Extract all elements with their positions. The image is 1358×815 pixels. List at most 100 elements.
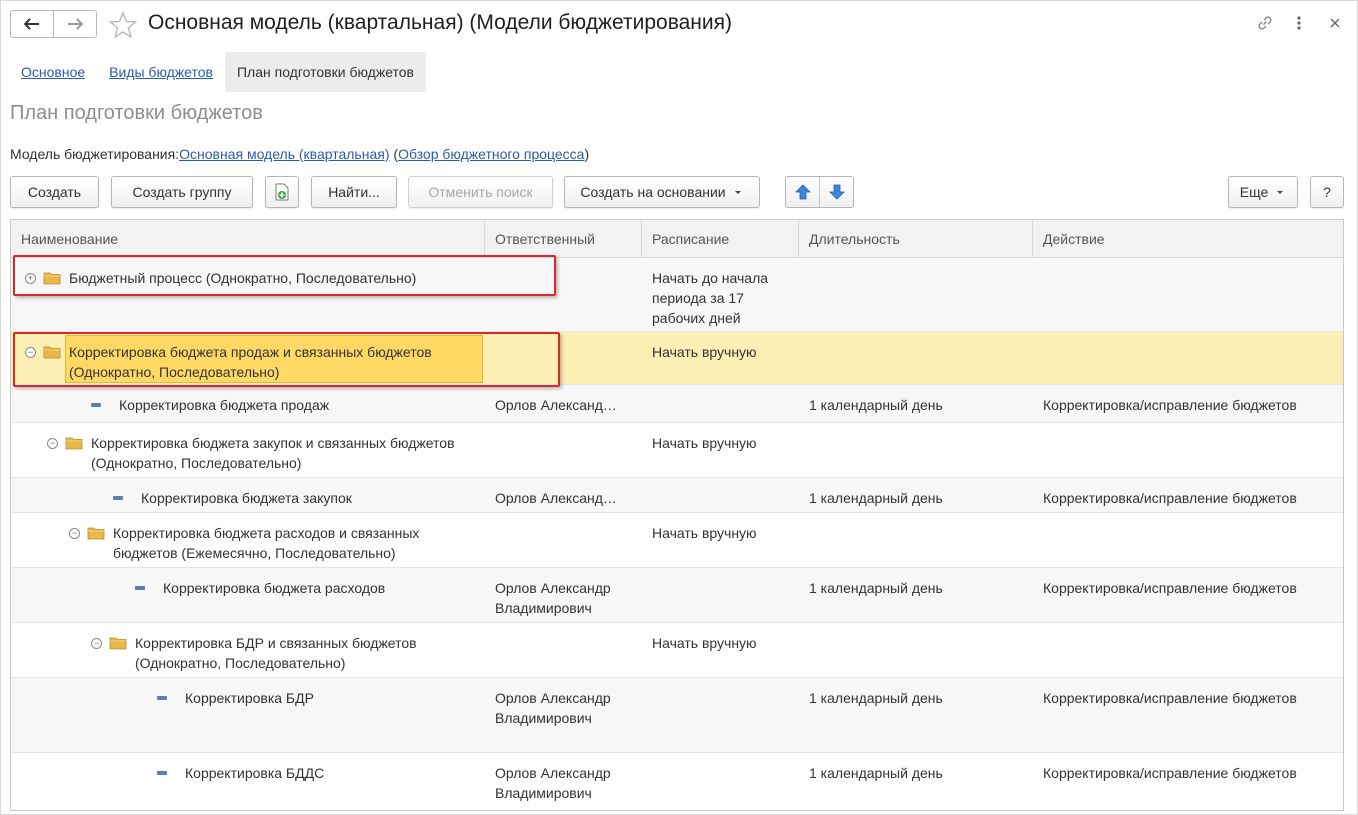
forward-arrow-icon bbox=[68, 18, 83, 30]
cell-responsible: Орлов Александр Владимирович bbox=[495, 580, 611, 616]
cell-schedule: Начать вручную bbox=[652, 435, 757, 451]
table-row[interactable]: − Корректировка бюджета расходов и связан… bbox=[11, 513, 1343, 568]
tab-budget-types[interactable]: Виды бюджетов bbox=[97, 52, 225, 92]
cell-responsible: Орлов Александ… bbox=[495, 397, 617, 413]
cell-responsible: Орлов Александр Владимирович bbox=[495, 765, 611, 801]
chevron-down-icon bbox=[1277, 191, 1284, 194]
cell-name: Корректировка бюджета продаж и связанных… bbox=[69, 344, 432, 380]
cell-name: Корректировка бюджета закупок bbox=[141, 490, 352, 506]
folder-icon bbox=[43, 272, 61, 285]
find-button[interactable]: Найти... bbox=[311, 176, 397, 208]
cell-schedule: Начать вручную bbox=[652, 635, 757, 651]
model-link[interactable]: Основная модель (квартальная) bbox=[179, 146, 389, 162]
table-row[interactable]: Корректировка бюджета расходов Орлов Алек… bbox=[11, 568, 1343, 623]
expand-icon[interactable]: + bbox=[25, 273, 36, 284]
cell-name: Корректировка бюджета продаж bbox=[119, 397, 330, 413]
create-group-button[interactable]: Создать группу bbox=[111, 176, 253, 208]
more-button[interactable]: Еще bbox=[1228, 176, 1298, 208]
overview-link[interactable]: Обзор бюджетного процесса bbox=[398, 146, 584, 162]
more-vertical-icon[interactable] bbox=[1288, 12, 1310, 34]
item-marker-icon bbox=[135, 586, 145, 590]
table-row[interactable]: Корректировка БДР Орлов Александр Владими… bbox=[11, 678, 1343, 753]
cell-duration: 1 календарный день bbox=[809, 690, 943, 706]
model-label: Модель бюджетирования: bbox=[10, 146, 180, 162]
cell-action: Корректировка/исправление бюджетов bbox=[1043, 690, 1297, 706]
close-icon[interactable] bbox=[1324, 12, 1346, 34]
cell-duration: 1 календарный день bbox=[809, 765, 943, 781]
arrow-up-icon bbox=[794, 184, 811, 200]
move-down-button[interactable] bbox=[819, 177, 853, 207]
tab-budget-plan[interactable]: План подготовки бюджетов bbox=[224, 52, 426, 92]
column-header-responsible[interactable]: Ответственный bbox=[485, 220, 642, 258]
table-header: Наименование Ответственный Расписание Дл… bbox=[11, 220, 1343, 258]
cell-name: Бюджетный процесс (Однократно, Последова… bbox=[69, 270, 417, 286]
create-based-on-label: Создать на основании bbox=[580, 184, 726, 200]
favorite-star-icon[interactable] bbox=[108, 10, 138, 40]
create-button[interactable]: Создать bbox=[10, 176, 99, 208]
item-marker-icon bbox=[157, 771, 167, 775]
link-icon[interactable] bbox=[1254, 12, 1276, 34]
collapse-icon[interactable]: − bbox=[69, 528, 80, 539]
overview-close-paren: ) bbox=[584, 146, 590, 162]
nav-buttons bbox=[10, 10, 97, 38]
item-marker-icon bbox=[157, 696, 167, 700]
cell-duration: 1 календарный день bbox=[809, 580, 943, 596]
table-row[interactable]: Корректировка БДДС Орлов Александр Владим… bbox=[11, 753, 1343, 810]
cell-responsible: Орлов Александр Владимирович bbox=[495, 690, 611, 726]
more-label: Еще bbox=[1239, 184, 1269, 200]
page-heading: План подготовки бюджетов bbox=[10, 102, 263, 124]
folder-icon bbox=[109, 637, 127, 650]
title-bar: Основная модель (квартальная) (Модели бю… bbox=[0, 0, 1358, 50]
cell-name: Корректировка БДР bbox=[185, 690, 314, 706]
cell-name: Корректировка бюджета расходов и связанн… bbox=[113, 525, 420, 561]
cell-action: Корректировка/исправление бюджетов bbox=[1043, 765, 1297, 781]
create-based-on-button[interactable]: Создать на основании bbox=[564, 176, 760, 208]
column-header-name[interactable]: Наименование bbox=[11, 220, 485, 258]
create-copy-button[interactable] bbox=[265, 176, 299, 208]
folder-icon bbox=[65, 437, 83, 450]
cell-schedule: Начать вручную bbox=[652, 525, 757, 541]
column-header-action[interactable]: Действие bbox=[1033, 220, 1343, 258]
chevron-down-icon bbox=[734, 191, 741, 194]
column-header-duration[interactable]: Длительность bbox=[799, 220, 1033, 258]
window-title: Основная модель (квартальная) (Модели бю… bbox=[148, 11, 732, 34]
tab-main[interactable]: Основное bbox=[10, 52, 97, 92]
cell-name: Корректировка бюджета закупок и связанны… bbox=[91, 435, 455, 471]
budget-plan-table: Наименование Ответственный Расписание Дл… bbox=[10, 219, 1344, 811]
item-marker-icon bbox=[91, 403, 101, 407]
cancel-search-button[interactable]: Отменить поиск bbox=[408, 176, 553, 208]
cell-name: Корректировка БДДС bbox=[185, 765, 325, 781]
add-document-icon bbox=[275, 183, 289, 201]
collapse-icon[interactable]: − bbox=[47, 438, 58, 449]
table-row[interactable]: Корректировка бюджета продаж Орлов Алекса… bbox=[11, 385, 1343, 423]
cell-duration: 1 календарный день bbox=[809, 490, 943, 506]
cell-name: Корректировка бюджета расходов bbox=[163, 580, 386, 596]
table-row[interactable]: − Корректировка БДР и связанных бюджетов … bbox=[11, 623, 1343, 678]
collapse-icon[interactable]: − bbox=[25, 347, 36, 358]
cell-action: Корректировка/исправление бюджетов bbox=[1043, 397, 1297, 413]
help-button[interactable]: ? bbox=[1310, 176, 1344, 208]
arrow-down-icon bbox=[828, 184, 845, 200]
folder-icon bbox=[43, 346, 61, 359]
cell-name: Корректировка БДР и связанных бюджетов (… bbox=[135, 635, 417, 671]
move-up-button[interactable] bbox=[786, 177, 819, 207]
cell-schedule: Начать вручную bbox=[652, 344, 757, 360]
forward-button[interactable] bbox=[53, 11, 96, 37]
model-line: Модель бюджетирования:Основная модель (к… bbox=[10, 146, 589, 162]
cell-action: Корректировка/исправление бюджетов bbox=[1043, 490, 1297, 506]
cell-schedule: Начать до начала периода за 17 рабочих д… bbox=[652, 270, 769, 326]
table-row[interactable]: + Бюджетный процесс (Однократно, Последов… bbox=[11, 258, 1343, 332]
move-buttons bbox=[785, 176, 854, 208]
table-row[interactable]: Корректировка бюджета закупок Орлов Алекс… bbox=[11, 478, 1343, 513]
table-row[interactable]: − Корректировка бюджета продаж и связанны… bbox=[11, 332, 1343, 385]
table-row[interactable]: − Корректировка бюджета закупок и связанн… bbox=[11, 423, 1343, 478]
back-button[interactable] bbox=[11, 11, 53, 37]
cell-duration: 1 календарный день bbox=[809, 397, 943, 413]
cell-action: Корректировка/исправление бюджетов bbox=[1043, 580, 1297, 596]
folder-icon bbox=[87, 527, 105, 540]
back-arrow-icon bbox=[24, 18, 39, 30]
form-tabs: Основное Виды бюджетов План подготовки б… bbox=[10, 52, 426, 92]
collapse-icon[interactable]: − bbox=[91, 638, 102, 649]
column-header-schedule[interactable]: Расписание bbox=[642, 220, 799, 258]
item-marker-icon bbox=[113, 496, 123, 500]
